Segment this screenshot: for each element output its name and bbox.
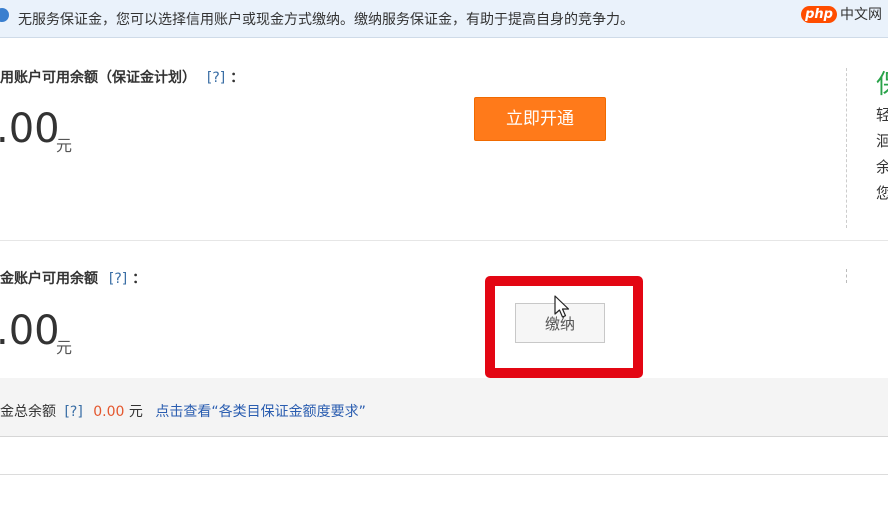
watermark-site-name: 中文网 [840,7,882,23]
blank-row [0,437,888,475]
total-balance-label: 金总余额 [0,404,56,420]
php-logo: php [801,5,837,23]
side-promo-line: 余 [876,158,888,176]
total-help-link[interactable]: [?] [64,404,82,420]
side-promo-line: 您 [876,184,888,202]
info-icon [0,8,9,22]
notice-bar: 无服务保证金，您可以选择信用账户或现金方式缴纳。缴纳服务保证金，有助于提高自身的… [0,0,888,38]
credit-account-section: 用账户可用余额（保证金计划） [?] ： .00 元 立即开通 保 轻 洄 余 … [0,38,888,241]
side-divider [846,68,847,228]
credit-balance-label: 用账户可用余额（保证金计划） [?] ： [0,67,244,87]
credit-balance-unit: 元 [56,136,73,155]
cash-balance-amount: .00 [0,308,60,354]
cash-account-section: 金账户可用余额 [?] ： .00 元 缴纳 [0,241,888,378]
side-promo: 保 轻 洄 余 您 [876,68,888,206]
credit-balance-label-text: 用账户可用余额（保证金计划） [0,70,196,86]
side-divider [846,269,847,283]
credit-label-colon: ： [230,70,245,86]
open-now-button[interactable]: 立即开通 [474,97,606,141]
total-balance-row: 金总余额 [?] 0.00 元 点击查看“各类目保证金额度要求” [0,401,366,421]
side-promo-line: 洄 [876,132,888,150]
requirements-link[interactable]: 点击查看“各类目保证金额度要求” [155,404,366,420]
notice-text: 无服务保证金，您可以选择信用账户或现金方式缴纳。缴纳服务保证金，有助于提高自身的… [18,12,634,28]
side-promo-title: 保 [876,68,888,102]
site-watermark: php 中文网 [801,3,882,25]
total-balance-value: 0.00 [93,404,125,420]
cash-balance-unit: 元 [56,338,73,357]
cash-balance-label: 金账户可用余额 [?] ： [0,268,146,288]
mouse-cursor-icon [554,295,570,318]
cash-label-colon: ： [132,271,147,287]
cash-help-link[interactable]: [?] [109,271,127,287]
total-balance-unit: 元 [128,404,143,420]
total-balance-section: 金总余额 [?] 0.00 元 点击查看“各类目保证金额度要求” [0,378,888,437]
credit-help-link[interactable]: [?] [207,70,225,86]
side-promo-line: 轻 [876,106,888,124]
credit-balance-amount: .00 [0,106,60,152]
highlight-frame [485,276,643,378]
cash-balance-label-text: 金账户可用余额 [0,271,98,287]
